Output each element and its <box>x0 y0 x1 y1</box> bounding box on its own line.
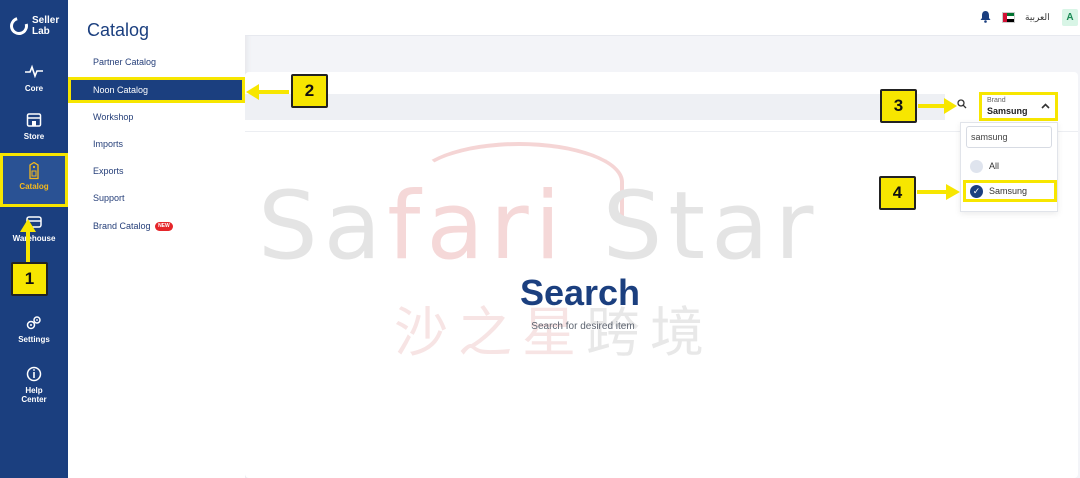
avatar[interactable]: A <box>1062 9 1078 26</box>
nav-settings-label: Settings <box>18 335 50 344</box>
nav-help-center[interactable]: Help Center <box>0 366 68 404</box>
brand-search-input[interactable] <box>966 126 1052 148</box>
brand-option-all[interactable]: All <box>963 155 1057 177</box>
divider <box>245 131 1078 132</box>
nav-core-label: Core <box>24 84 44 93</box>
checkmark-icon: ✓ <box>970 185 983 198</box>
logo-ring-icon <box>6 13 32 39</box>
submenu-item-workshop[interactable]: Workshop <box>68 106 245 128</box>
nav-help-label-line2: Center <box>21 395 47 404</box>
brand-filter-select[interactable]: Brand Samsung <box>979 92 1058 121</box>
step2-highlight <box>68 77 245 103</box>
nav-help-label-line1: Help <box>25 386 43 395</box>
step-1-callout: 1 <box>11 262 48 296</box>
step2-arrow-icon <box>246 84 289 100</box>
logo-text-line1: Seller <box>32 15 60 26</box>
language-switch[interactable]: العربية <box>1025 12 1050 23</box>
nav-store-label: Store <box>23 132 45 141</box>
brand-option-samsung-label: Samsung <box>989 186 1028 196</box>
submenu-item-partner-catalog[interactable]: Partner Catalog <box>68 51 245 73</box>
step3-arrow-icon <box>918 98 957 114</box>
catalog-search-input[interactable] <box>245 94 945 120</box>
brand-catalog-label: Brand Catalog <box>93 221 151 231</box>
submenu-item-imports[interactable]: Imports <box>68 133 245 155</box>
brand-filter-value: Samsung <box>987 106 1028 116</box>
search-icon[interactable] <box>957 99 967 112</box>
uae-flag-icon[interactable] <box>1002 12 1015 23</box>
brand-option-all-label: All <box>989 161 1000 171</box>
logo-text-line2: Lab <box>32 26 50 37</box>
brand-dropdown-panel: All ✓ Samsung <box>960 122 1058 212</box>
pulse-icon <box>25 64 43 80</box>
chevron-up-icon <box>1041 101 1050 111</box>
empty-state-subtitle: Search for desired item <box>531 321 635 332</box>
store-icon <box>25 112 43 128</box>
empty-state-title: Search <box>519 272 641 313</box>
nav-core[interactable]: Core <box>0 64 68 93</box>
step1-arrow-icon <box>20 219 36 262</box>
submenu-title: Catalog <box>87 20 150 40</box>
submenu-item-support[interactable]: Support <box>68 187 245 209</box>
new-badge: NEW <box>155 222 173 232</box>
submenu-item-brand-catalog[interactable]: Brand Catalog NEW <box>68 215 245 237</box>
step-4-callout: 4 <box>879 176 916 210</box>
step4-arrow-icon <box>917 184 960 200</box>
catalog-submenu: Catalog Partner Catalog Noon Catalog Wor… <box>68 0 245 478</box>
submenu-item-exports[interactable]: Exports <box>68 160 245 182</box>
nav-store[interactable]: Store <box>0 112 68 141</box>
radio-unchecked-icon <box>970 160 983 173</box>
seller-lab-logo[interactable]: Seller Lab <box>6 12 62 40</box>
bell-icon[interactable] <box>980 10 991 26</box>
step-2-callout: 2 <box>291 74 328 108</box>
info-icon <box>25 366 43 382</box>
brand-option-samsung[interactable]: ✓ Samsung <box>963 180 1057 202</box>
step-3-callout: 3 <box>880 89 917 123</box>
brand-filter-label: Brand <box>987 97 1006 104</box>
step1-highlight <box>0 153 68 207</box>
top-bar: العربية A <box>245 0 1080 36</box>
